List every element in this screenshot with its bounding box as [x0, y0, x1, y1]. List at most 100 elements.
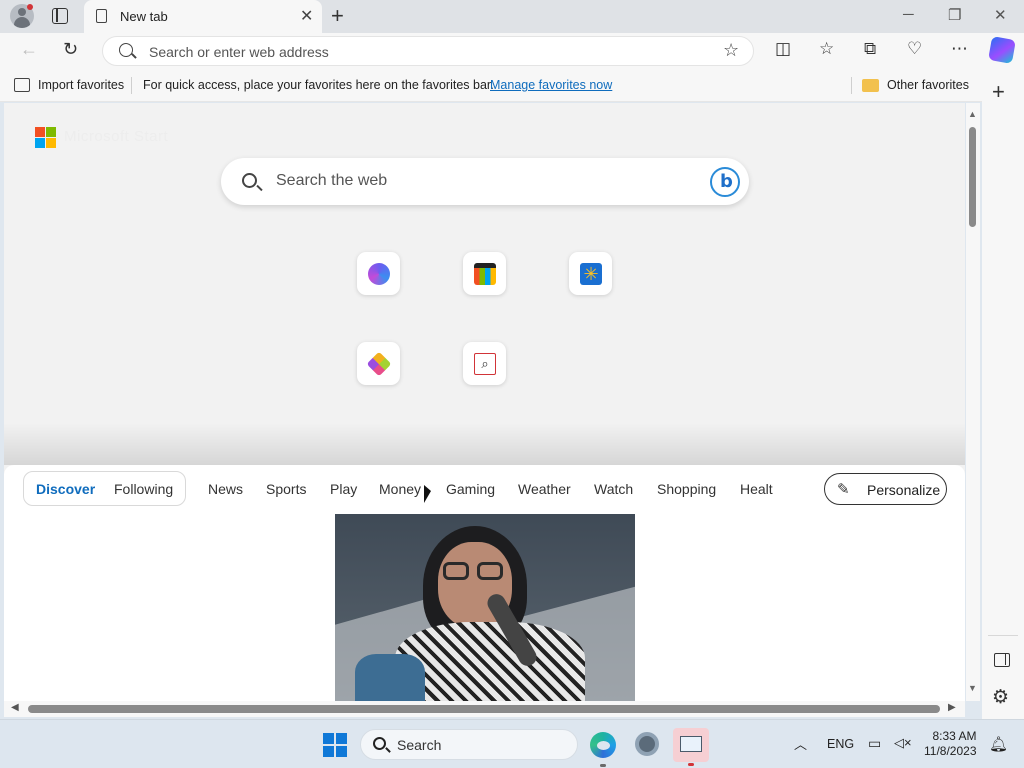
volume-muted-icon[interactable]: ◁×: [894, 735, 912, 751]
running-indicator: [600, 764, 606, 767]
category-gaming[interactable]: Gaming: [446, 481, 495, 497]
new-tab-button[interactable]: +: [331, 3, 344, 29]
bing-chat-icon[interactable]: b: [710, 167, 740, 197]
sidebar-settings-gear-icon[interactable]: ⚙: [992, 686, 1009, 709]
input-language-indicator[interactable]: ENG: [827, 737, 854, 751]
scrollbar-thumb[interactable]: [969, 127, 976, 227]
microsoft-store-icon: [474, 263, 496, 285]
restore-icon[interactable]: ❐: [948, 6, 961, 24]
favorites-hint: For quick access, place your favorites h…: [143, 78, 494, 92]
windows-taskbar: Search ︿ ENG ▭ ◁× 8:33 AM 11/8/2023 🔔︎: [0, 719, 1024, 768]
scroll-left-arrow-icon[interactable]: ◀: [11, 702, 19, 713]
mouse-cursor-icon: [424, 485, 431, 503]
clock-time: 8:33 AM: [932, 729, 977, 743]
brand-text[interactable]: Microsoft Start: [64, 128, 168, 145]
profile-notification-dot: [27, 4, 33, 10]
edit-pen-icon: ✎: [837, 481, 850, 498]
divider: [851, 77, 852, 94]
tab-discover[interactable]: Discover: [36, 481, 95, 497]
minimize-icon[interactable]: ─: [903, 6, 914, 23]
horizontal-scrollbar[interactable]: ◀ ▶: [4, 701, 965, 717]
title-bar: New tab ✕ + ─ ❐ ✕: [0, 0, 1024, 33]
quick-link-tile[interactable]: ⌕: [463, 342, 506, 385]
quick-link-tile[interactable]: [357, 342, 400, 385]
taskbar-search-box[interactable]: Search: [360, 729, 578, 760]
running-indicator: [688, 763, 694, 766]
edge-sidebar: + ⚙: [982, 69, 1024, 719]
favorites-icon[interactable]: ☆: [819, 39, 834, 59]
other-favorites-button[interactable]: Other favorites: [887, 78, 969, 92]
personalize-button[interactable]: ✎ Personalize: [824, 473, 947, 505]
quick-link-tile[interactable]: ✳: [569, 252, 612, 295]
category-shopping[interactable]: Shopping: [657, 481, 716, 497]
import-favorites-button[interactable]: Import favorites: [38, 78, 124, 92]
taskbar-search-label: Search: [397, 737, 442, 753]
import-favorites-icon[interactable]: [14, 78, 30, 92]
resource-monitor-app-icon[interactable]: [673, 728, 709, 762]
personalize-label: Personalize: [867, 482, 941, 498]
category-sports[interactable]: Sports: [266, 481, 306, 497]
taskbar-clock[interactable]: 8:33 AM 11/8/2023: [924, 729, 977, 759]
search-quick-link-icon: ⌕: [474, 353, 496, 375]
more-options-icon[interactable]: ⋯: [951, 39, 968, 59]
clock-date: 11/8/2023: [924, 744, 977, 758]
scroll-right-arrow-icon[interactable]: ▶: [948, 702, 956, 713]
copilot-icon[interactable]: [988, 36, 1016, 64]
search-icon: [119, 43, 133, 57]
tab-title: New tab: [120, 9, 168, 24]
settings-app-icon[interactable]: [635, 732, 659, 756]
divider: [131, 77, 132, 94]
vertical-scrollbar[interactable]: ▲ ▼: [966, 103, 980, 701]
scrollbar-thumb[interactable]: [28, 705, 940, 713]
category-health[interactable]: Healt: [740, 481, 773, 497]
tab-actions-icon[interactable]: [52, 8, 68, 24]
browser-toolbar: ← ↻ Search or enter web address ☆ ◫ ☆ ⧉ …: [0, 33, 1024, 69]
search-icon: [373, 737, 386, 750]
collections-icon[interactable]: ⧉: [864, 39, 876, 59]
news-feed: Discover Following News Sports Play Mone…: [4, 465, 965, 701]
web-search-box[interactable]: Search the web b: [221, 158, 749, 205]
page-icon: [96, 9, 107, 23]
microsoft-365-icon: [368, 263, 390, 285]
split-screen-icon[interactable]: ◫: [775, 39, 791, 59]
address-bar[interactable]: Search or enter web address ☆: [102, 36, 754, 66]
add-favorite-star-icon[interactable]: ☆: [723, 40, 739, 61]
refresh-icon[interactable]: ↻: [63, 39, 78, 60]
performance-icon[interactable]: ♡: [907, 39, 922, 59]
microsoft-logo-icon[interactable]: [35, 127, 56, 148]
category-weather[interactable]: Weather: [518, 481, 571, 497]
favorites-bar: Import favorites For quick access, place…: [0, 69, 1024, 102]
close-tab-icon[interactable]: ✕: [300, 6, 313, 26]
folder-icon: [862, 79, 879, 92]
news-article-image[interactable]: [335, 514, 635, 701]
quick-link-tile[interactable]: [357, 252, 400, 295]
scroll-down-arrow-icon[interactable]: ▼: [968, 683, 977, 693]
category-money[interactable]: Money: [379, 481, 421, 497]
category-play[interactable]: Play: [330, 481, 357, 497]
notification-bell-icon[interactable]: 🔔︎: [989, 735, 1008, 753]
show-hidden-icons-chevron-icon[interactable]: ︿: [794, 734, 807, 753]
address-placeholder: Search or enter web address: [149, 44, 329, 60]
feed-tab-group: Discover Following: [23, 471, 186, 506]
manage-favorites-link[interactable]: Manage favorites now: [490, 78, 612, 92]
tab-following[interactable]: Following: [114, 481, 173, 497]
new-tab-page: Microsoft Start Search the web b ✳ ⌕ Dis…: [4, 103, 965, 701]
windows-start-icon[interactable]: [323, 733, 347, 757]
hide-sidebar-icon[interactable]: [994, 653, 1010, 667]
back-icon[interactable]: ←: [20, 39, 38, 60]
category-watch[interactable]: Watch: [594, 481, 633, 497]
feed-separator: [4, 423, 965, 465]
web-search-placeholder: Search the web: [276, 172, 388, 189]
walmart-icon: ✳: [580, 263, 602, 285]
games-icon: [366, 351, 392, 377]
browser-tab-new-tab[interactable]: New tab ✕: [84, 0, 322, 33]
edge-browser-icon[interactable]: [590, 732, 616, 758]
close-window-icon[interactable]: ✕: [994, 6, 1007, 24]
category-news[interactable]: News: [208, 481, 243, 497]
search-icon: [242, 173, 257, 188]
divider: [988, 635, 1018, 636]
scroll-up-arrow-icon[interactable]: ▲: [968, 109, 977, 119]
add-sidebar-app-icon[interactable]: +: [992, 79, 1005, 105]
quick-link-tile[interactable]: [463, 252, 506, 295]
network-icon[interactable]: ▭: [868, 735, 881, 752]
